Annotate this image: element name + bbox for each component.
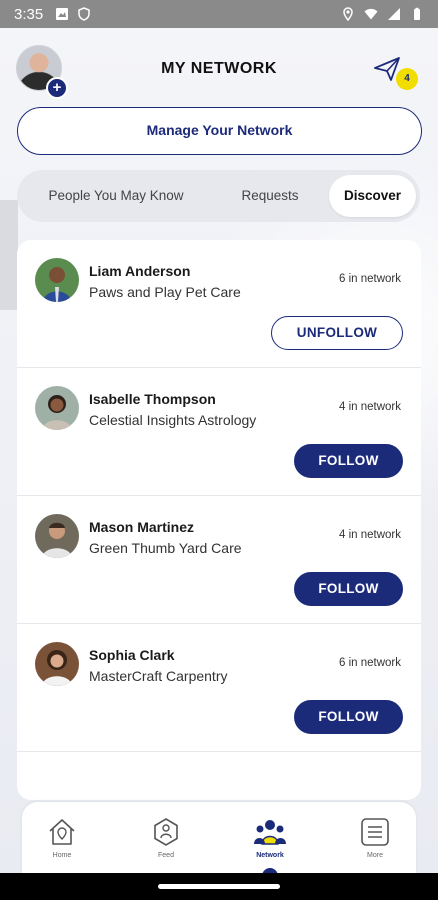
shield-icon [78,7,90,21]
nav-network-label: Network [256,852,284,859]
nav-more[interactable]: More [345,816,405,859]
person-photo[interactable] [35,386,79,430]
nav-feed-label: Feed [158,852,174,859]
unfollow-button[interactable]: UNFOLLOW [271,316,403,350]
nav-home-label: Home [52,852,72,859]
list-item: Sophia Clark MasterCraft Carpentry 6 in … [17,624,421,752]
follow-button[interactable]: FOLLOW [294,700,403,734]
menu-icon [361,818,389,846]
home-gesture-handle[interactable] [158,884,280,889]
home-icon [49,819,75,845]
network-count: 4 in network [338,401,401,413]
person-company: Paws and Play Pet Care [89,284,241,300]
person-company: Green Thumb Yard Care [89,540,242,556]
feed-icon [154,818,178,846]
system-navigation-bar [0,873,438,900]
person-photo[interactable] [35,642,79,686]
person-name[interactable]: Sophia Clark [89,647,175,663]
people-list: Liam Anderson Paws and Play Pet Care 6 i… [17,240,421,800]
nav-network[interactable]: Network [240,816,300,859]
person-name[interactable]: Liam Anderson [89,263,190,279]
network-count: 6 in network [338,657,401,669]
nav-feed[interactable]: Feed [136,816,196,859]
tab-discover[interactable]: Discover [329,175,416,217]
network-tabs: People You May Know Requests Discover [17,170,420,222]
person-photo[interactable] [35,258,79,302]
network-icon [254,820,286,845]
signal-icon [388,8,400,20]
person-company: Celestial Insights Astrology [89,412,257,428]
status-bar: 3:35 [0,0,438,28]
network-count: 4 in network [338,529,401,541]
tab-people-you-may-know[interactable]: People You May Know [21,175,211,217]
bottom-navigation: Home Feed Network More [22,802,416,876]
person-company: MasterCraft Carpentry [89,668,228,684]
app-header: + MY NETWORK 4 [0,40,438,100]
list-item: Isabelle Thompson Celestial Insights Ast… [17,368,421,496]
battery-icon [414,7,420,20]
person-name[interactable]: Isabelle Thompson [89,391,216,407]
wifi-icon [364,8,378,20]
tab-requests[interactable]: Requests [211,175,329,217]
list-item: Mason Martinez Green Thumb Yard Care 4 i… [17,496,421,624]
background-stripe [0,200,18,310]
follow-button[interactable]: FOLLOW [294,444,403,478]
follow-button[interactable]: FOLLOW [294,572,403,606]
list-item: Liam Anderson Paws and Play Pet Care 6 i… [17,240,421,368]
network-count: 6 in network [338,273,401,285]
location-icon [343,7,353,21]
message-badge: 4 [396,68,418,90]
avatar-plus-icon[interactable]: + [46,77,68,99]
nav-more-label: More [367,852,383,859]
photo-icon [56,8,69,20]
nav-home[interactable]: Home [32,816,92,859]
person-photo[interactable] [35,514,79,558]
status-time: 3:35 [14,5,44,23]
person-name[interactable]: Mason Martinez [89,519,194,535]
manage-network-button[interactable]: Manage Your Network [17,107,422,155]
